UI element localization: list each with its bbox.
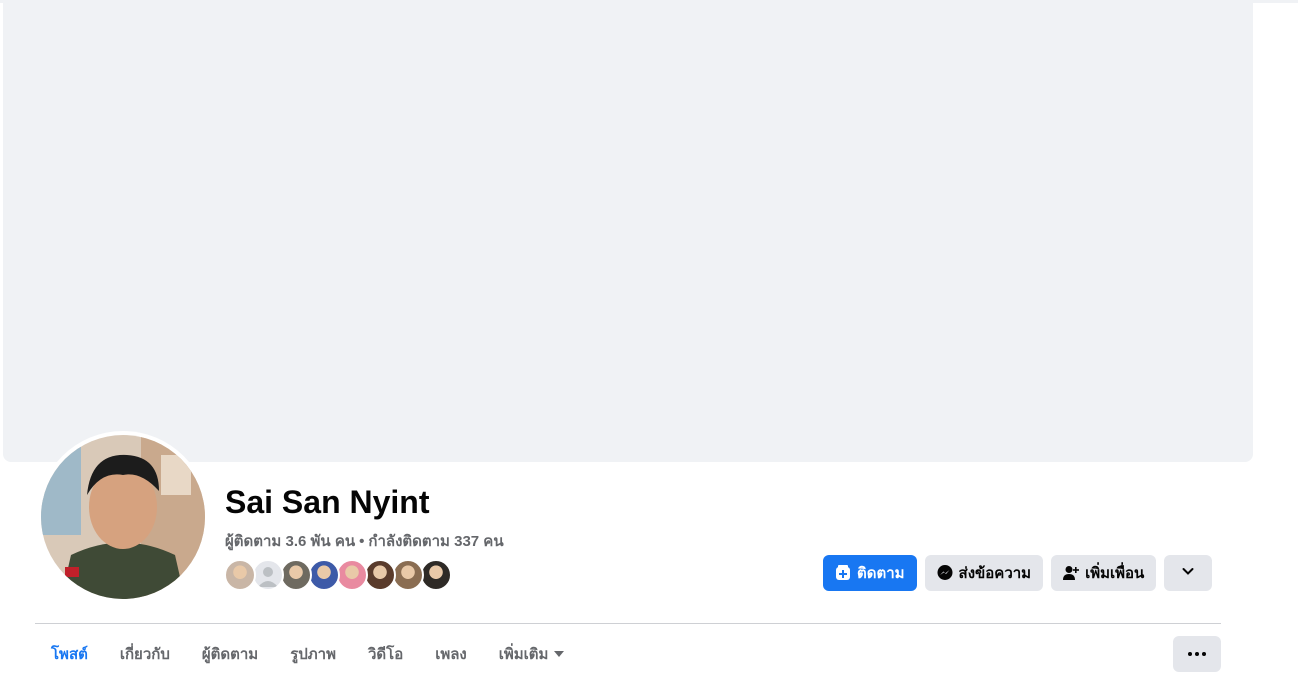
friend-avatar-3[interactable] xyxy=(280,559,312,591)
tab-2[interactable]: ผู้ติดตาม xyxy=(186,635,274,673)
friend-avatar-4[interactable] xyxy=(308,559,340,591)
tab-6[interactable]: เพิ่มเติม xyxy=(483,635,581,673)
tab-label: เพลง xyxy=(435,646,467,663)
dot-icon xyxy=(1188,652,1192,656)
friend-avatar-7[interactable] xyxy=(392,559,424,591)
more-actions-button[interactable] xyxy=(1164,555,1213,591)
tab-label: เพิ่มเติม xyxy=(498,646,549,663)
message-button[interactable]: ส่งข้อความ xyxy=(924,555,1044,591)
add-friend-label: เพิ่มเพื่อน xyxy=(1085,565,1145,582)
friend-avatar-6[interactable] xyxy=(364,559,396,591)
messenger-icon xyxy=(937,565,953,581)
chevron-down-icon xyxy=(1181,564,1195,582)
default-avatar[interactable] xyxy=(252,559,284,591)
caret-down-icon xyxy=(554,651,565,657)
profile-name: Sai San Nyint xyxy=(225,484,430,520)
followers-link[interactable]: ผู้ติดตาม 3.6 พัน คน xyxy=(225,533,355,550)
tab-label: วิดีโอ xyxy=(367,646,404,663)
follow-icon xyxy=(835,565,851,581)
cover-photo[interactable] xyxy=(3,0,1253,462)
follow-label: ติดตาม xyxy=(857,565,905,582)
add-friend-button[interactable]: เพิ่มเพื่อน xyxy=(1051,555,1157,591)
tab-5[interactable]: เพลง xyxy=(419,635,483,673)
tab-3[interactable]: รูปภาพ xyxy=(274,635,352,673)
tab-label: รูปภาพ xyxy=(290,646,336,663)
profile-tabs: โพสต์ เกี่ยวกับ ผู้ติดตาม รูปภาพ วิดีโอ เพลง เ… xyxy=(35,635,580,673)
tab-0[interactable]: โพสต์ xyxy=(35,635,104,673)
friends-preview xyxy=(224,559,452,591)
profile-picture[interactable] xyxy=(37,431,209,603)
profile-actions: ติดตาม ส่งข้อความ เพิ่มเพื่อน xyxy=(823,555,1213,591)
profile-photo xyxy=(41,435,205,599)
following-link[interactable]: กำลังติดตาม 337 คน xyxy=(368,533,503,550)
dot-icon xyxy=(1202,652,1206,656)
dot-icon xyxy=(1195,652,1199,656)
tab-label: ผู้ติดตาม xyxy=(201,646,259,663)
tabs-more-button[interactable] xyxy=(1173,636,1221,672)
separator: • xyxy=(359,533,365,550)
friend-avatar-8[interactable] xyxy=(420,559,452,591)
follow-stats: ผู้ติดตาม 3.6 พัน คน • กำลังติดตาม 337 คน xyxy=(225,529,504,553)
message-label: ส่งข้อความ xyxy=(958,565,1032,582)
tab-4[interactable]: วิดีโอ xyxy=(352,635,419,673)
add-friend-icon xyxy=(1063,565,1080,581)
follow-button[interactable]: ติดตาม xyxy=(823,555,917,591)
header-divider xyxy=(35,623,1221,624)
friend-avatar-5[interactable] xyxy=(336,559,368,591)
friend-avatar-1[interactable] xyxy=(224,559,256,591)
tab-1[interactable]: เกี่ยวกับ xyxy=(104,635,186,673)
tab-label: เกี่ยวกับ xyxy=(119,646,170,663)
tab-label: โพสต์ xyxy=(51,646,88,663)
